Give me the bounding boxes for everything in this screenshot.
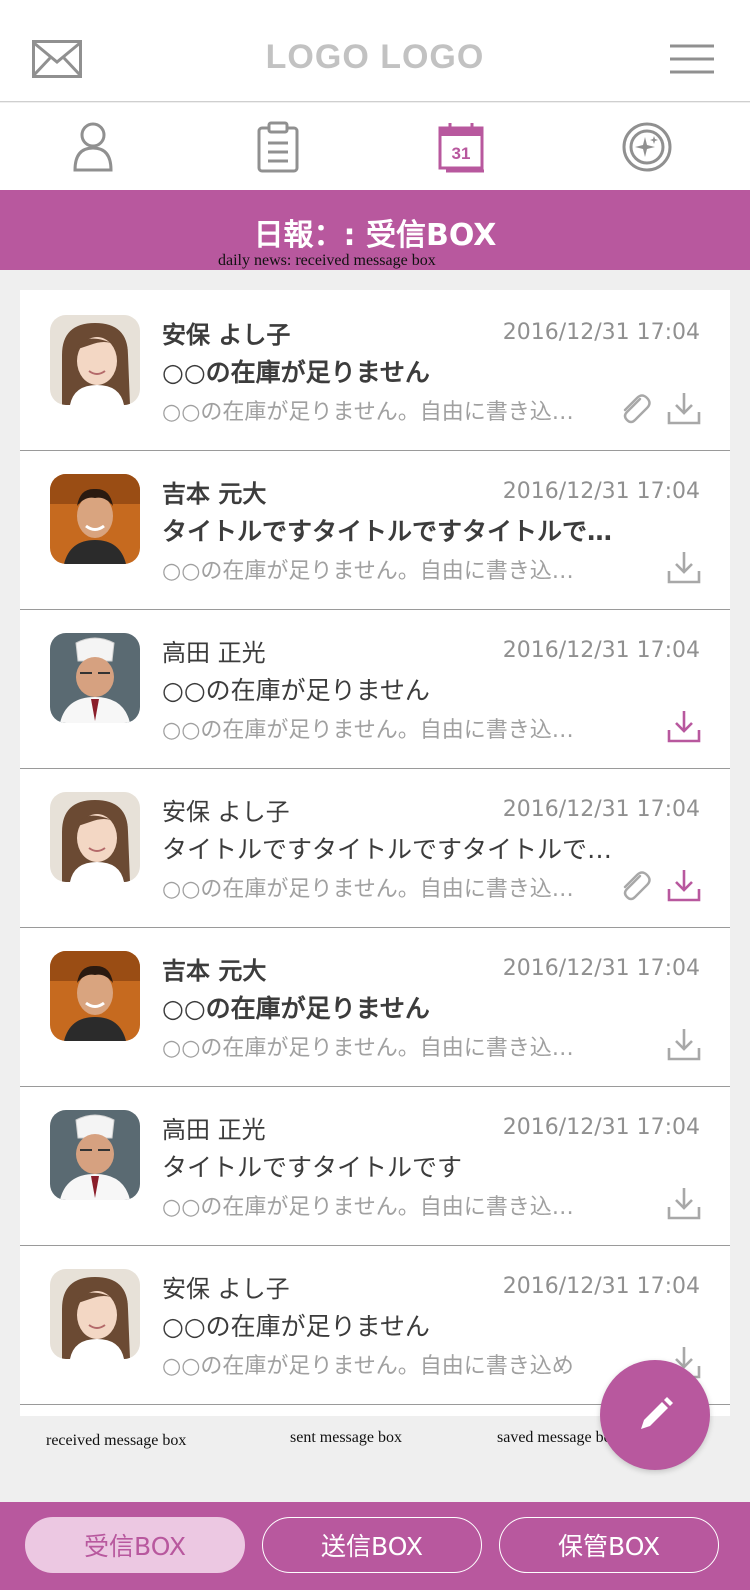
download-icon[interactable]: [666, 867, 702, 903]
message-subject: タイトルですタイトルです: [162, 1153, 463, 1182]
message-date: 2016/12/31 17:04: [502, 320, 700, 345]
app-header: LOGO LOGO: [0, 0, 750, 102]
message-preview: ○○の在庫が足りません。自由に書き込めます: [162, 1036, 592, 1061]
avatar: [50, 951, 140, 1041]
avatar: [50, 474, 140, 564]
nav-special[interactable]: [617, 117, 677, 177]
message-preview: ○○の在庫が足りません。自由に書き込めます: [162, 877, 592, 902]
hamburger-menu-icon[interactable]: [670, 44, 714, 78]
message-date: 2016/12/31 17:04: [502, 479, 700, 504]
sender-name: 高田 正光: [162, 1116, 266, 1144]
attachment-icon: [616, 868, 652, 904]
message-list: 安保 よし子 2016/12/31 17:04 ○○の在庫が足りません ○○の在庫が足…: [20, 290, 730, 1416]
message-subject: ○○の在庫が足りません: [162, 994, 430, 1023]
app-logo: LOGO LOGO: [265, 38, 485, 76]
message-subject: タイトルですタイトルですタイトルですタイトルです: [162, 517, 632, 546]
message-row[interactable]: 吉本 元大 2016/12/31 17:04 ○○の在庫が足りません ○○の在庫が足り…: [20, 926, 730, 1087]
box-tabs: 受信BOX 送信BOX 保管BOX: [0, 1502, 750, 1590]
clipboard-icon: [257, 121, 299, 173]
icon-nav: 31: [0, 103, 750, 190]
download-icon[interactable]: [666, 1185, 702, 1221]
nav-report[interactable]: [248, 117, 308, 177]
message-preview: ○○の在庫が足りません。自由に書き込めます: [162, 1195, 592, 1220]
message-date: 2016/12/31 17:04: [502, 797, 700, 822]
avatar: [50, 792, 140, 882]
sender-name: 吉本 元大: [162, 480, 267, 508]
tab-received-box[interactable]: 受信BOX: [25, 1517, 245, 1573]
avatar: [50, 1110, 140, 1200]
avatar: [50, 1269, 140, 1359]
sender-name: 安保 よし子: [162, 1275, 290, 1303]
tab-sent-box[interactable]: 送信BOX: [262, 1517, 482, 1573]
message-row[interactable]: 高田 正光 2016/12/31 17:04 タイトルですタイトルです ○○の在庫が足…: [20, 1085, 730, 1246]
received-box-annotation: received message box: [46, 1432, 187, 1449]
attachment-icon: [616, 391, 652, 427]
message-row[interactable]: 安保 よし子 2016/12/31 17:04 ○○の在庫が足りません ○○の在庫が足…: [20, 290, 730, 451]
download-icon[interactable]: [666, 708, 702, 744]
message-date: 2016/12/31 17:04: [502, 638, 700, 663]
message-preview: ○○の在庫が足りません。自由に書き込めます: [162, 559, 592, 584]
sender-name: 安保 よし子: [162, 798, 290, 826]
nav-calendar[interactable]: 31: [432, 117, 492, 177]
sparkle-badge-icon: [622, 122, 672, 172]
banner-annotation: daily news: received message box: [218, 252, 436, 269]
message-row[interactable]: 吉本 元大 2016/12/31 17:04 タイトルですタイトルですタイトルですタ…: [20, 449, 730, 610]
nav-profile[interactable]: [63, 117, 123, 177]
message-preview: ○○の在庫が足りません。自由に書き込めます: [162, 400, 592, 425]
person-icon: [73, 122, 113, 172]
sender-name: 安保 よし子: [162, 321, 291, 349]
download-icon[interactable]: [666, 1026, 702, 1062]
message-subject: ○○の在庫が足りません: [162, 1312, 430, 1341]
download-icon[interactable]: [666, 390, 702, 426]
sent-box-annotation: sent message box: [290, 1429, 402, 1446]
message-date: 2016/12/31 17:04: [502, 1115, 700, 1140]
message-subject: ○○の在庫が足りません: [162, 358, 430, 387]
pencil-icon: [641, 1397, 673, 1429]
message-preview: ○○の在庫が足りません。自由に書き込め: [162, 1354, 574, 1379]
saved-box-annotation: saved message box: [497, 1429, 620, 1446]
page-title: 日報：: 受信BOX: [253, 218, 497, 253]
message-date: 2016/12/31 17:04: [502, 956, 700, 981]
compose-button[interactable]: [600, 1360, 710, 1470]
avatar: [50, 315, 140, 405]
message-row[interactable]: 安保 よし子 2016/12/31 17:04 タイトルですタイトルですタイトルです…: [20, 767, 730, 928]
svg-text:31: 31: [452, 144, 471, 163]
message-subject: ○○の在庫が足りません: [162, 676, 430, 705]
message-row[interactable]: 高田 正光 2016/12/31 17:04 ○○の在庫が足りません ○○の在庫が足り…: [20, 608, 730, 769]
sender-name: 吉本 元大: [162, 957, 267, 985]
sender-name: 高田 正光: [162, 639, 266, 667]
avatar: [50, 633, 140, 723]
tab-saved-box[interactable]: 保管BOX: [499, 1517, 719, 1573]
message-preview: ○○の在庫が足りません。自由に書き込めます: [162, 718, 592, 743]
download-icon[interactable]: [666, 549, 702, 585]
message-date: 2016/12/31 17:04: [502, 1274, 700, 1299]
calendar-icon: 31: [438, 123, 484, 173]
message-subject: タイトルですタイトルですタイトルですタイトルです: [162, 835, 632, 864]
